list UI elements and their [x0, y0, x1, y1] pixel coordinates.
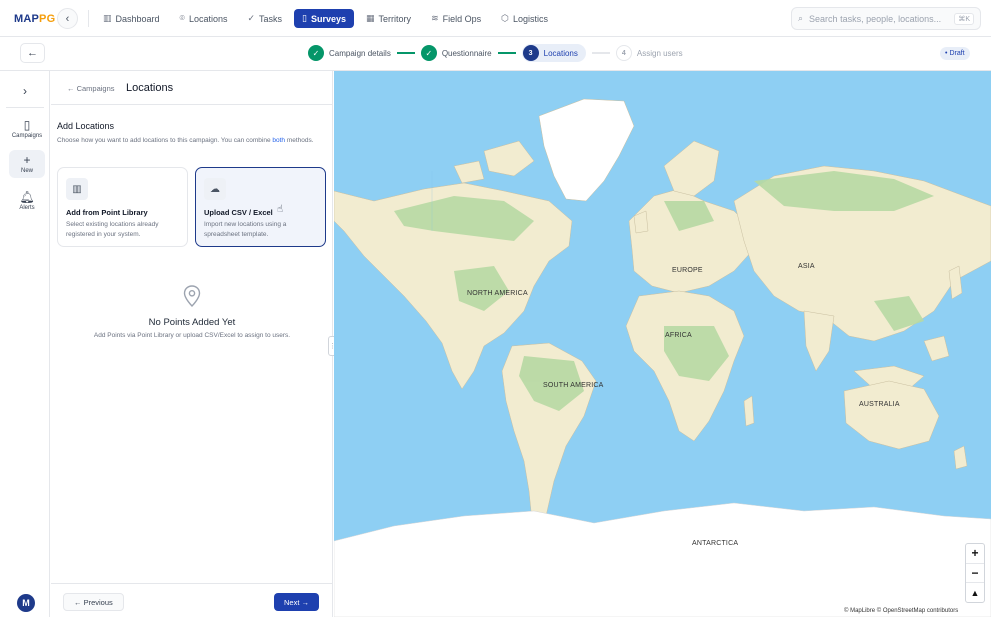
previous-button[interactable]: ← Previous — [63, 593, 124, 611]
empty-state-description: Add Points via Point Library or upload C… — [93, 332, 291, 339]
step-questionnaire[interactable]: ✓ Questionnaire — [420, 45, 492, 61]
dot-icon: • — [945, 50, 948, 57]
route-icon: ≋ — [431, 13, 439, 23]
world-map[interactable]: NORTH AMERICA SOUTH AMERICA EUROPE AFRIC… — [334, 71, 991, 617]
user-avatar[interactable]: M — [17, 594, 35, 612]
rail-item-alerts[interactable]: 🔔︎ Alerts — [9, 187, 45, 215]
top-navigation-bar: MAPPG ‹ ▥ Dashboard ⌾ Locations ✓ Tasks ▯ Su… — [0, 0, 991, 37]
compass-icon[interactable]: ▲ — [966, 583, 984, 602]
chevron-right-icon: › — [23, 84, 27, 98]
map-label-south-america: SOUTH AMERICA — [543, 382, 604, 389]
map-icon: ▦ — [366, 13, 375, 23]
wizard-stepper-bar: ← ✓ Campaign details ✓ Questionnaire 3 L… — [0, 37, 991, 71]
upload-csv-excel-card[interactable]: ☁ Upload CSV / Excel Import new location… — [195, 167, 326, 247]
panel-header: ← Campaigns Locations — [51, 71, 333, 105]
section-title: Add Locations — [57, 121, 115, 131]
map-label-asia: ASIA — [798, 263, 815, 270]
step-number: 3 — [522, 45, 539, 61]
status-badge: • Draft — [940, 47, 970, 60]
wizard-steps: ✓ Campaign details ✓ Questionnaire 3 Loc… — [308, 44, 683, 62]
rail-divider — [6, 107, 44, 108]
step-connector — [396, 52, 415, 54]
library-icon: ▥ — [66, 178, 88, 200]
nav-item-dashboard[interactable]: ▥ Dashboard — [95, 9, 168, 28]
bell-icon: 🔔︎ — [19, 190, 35, 204]
check-list-icon: ✓ — [247, 13, 256, 23]
add-from-point-library-card[interactable]: ▥ Add from Point Library Select existing… — [57, 167, 188, 247]
chevron-left-icon: ‹ — [65, 12, 70, 25]
check-icon: ✓ — [308, 45, 324, 61]
search-icon: ⌕ — [798, 13, 804, 23]
rail-item-campaigns[interactable]: ▯ Campaigns — [9, 115, 45, 143]
nav-item-tasks[interactable]: ✓ Tasks — [239, 9, 290, 28]
nav-item-field-ops[interactable]: ≋ Field Ops — [423, 9, 489, 28]
plus-icon: + — [23, 153, 31, 167]
nav-divider — [88, 10, 89, 27]
nav-item-locations[interactable]: ⌾ Locations — [172, 9, 236, 28]
map-pin-icon — [183, 285, 201, 307]
hand-cursor-icon: ☝ — [277, 204, 284, 215]
back-button[interactable]: ← — [20, 43, 45, 63]
clipboard-icon: ▯ — [302, 13, 307, 23]
box-icon: ⬡ — [501, 13, 509, 23]
map-label-africa: AFRICA — [665, 332, 692, 339]
nav-back-button[interactable]: ‹ — [57, 8, 78, 29]
cloud-upload-icon: ☁ — [204, 178, 226, 200]
app-logo[interactable]: MAPPG — [14, 13, 55, 25]
empty-state-title: No Points Added Yet — [148, 317, 236, 328]
map-label-europe: EUROPE — [672, 267, 703, 274]
step-assign-users[interactable]: 4 Assign users — [615, 45, 683, 61]
next-button[interactable]: Next → — [274, 593, 320, 611]
breadcrumb-back-link[interactable]: ← Campaigns — [67, 84, 115, 93]
search-placeholder: Search tasks, people, locations... — [809, 13, 942, 24]
zoom-in-button[interactable]: + — [966, 544, 984, 564]
clipboard-icon: ▯ — [23, 118, 31, 132]
map-label-north-america: NORTH AMERICA — [467, 290, 528, 297]
zoom-out-button[interactable]: − — [966, 564, 984, 584]
main-nav: ▥ Dashboard ⌾ Locations ✓ Tasks ▯ Surveys ▦ T… — [95, 9, 556, 28]
step-campaign-details[interactable]: ✓ Campaign details — [308, 45, 391, 61]
global-search-input[interactable]: ⌕ Search tasks, people, locations... ⌘K — [791, 7, 981, 30]
search-shortcut-badge: ⌘K — [954, 12, 974, 25]
expand-sidebar-button[interactable]: › — [14, 81, 36, 101]
step-connector — [497, 52, 516, 54]
map-pin-icon: ⌾ — [179, 13, 185, 23]
arrow-left-icon: ← — [27, 47, 38, 59]
bar-chart-icon: ▥ — [103, 13, 112, 23]
map-label-antarctica: ANTARCTICA — [692, 540, 739, 547]
nav-item-logistics[interactable]: ⬡ Logistics — [493, 9, 556, 28]
map-zoom-controls: + − ▲ — [965, 543, 985, 603]
map-label-australia: AUSTRALIA — [859, 401, 900, 408]
map-attribution[interactable]: © MapLibre © OpenStreetMap contributors — [842, 608, 961, 614]
nav-item-territory[interactable]: ▦ Territory — [358, 9, 419, 28]
section-description: Choose how you want to add locations to … — [57, 137, 314, 144]
rail-item-new[interactable]: + New — [9, 150, 45, 178]
panel-footer: ← Previous Next → — [51, 583, 333, 617]
nav-item-surveys[interactable]: ▯ Surveys — [294, 9, 355, 28]
check-icon: ✓ — [420, 45, 437, 61]
step-locations[interactable]: 3 Locations — [521, 44, 586, 62]
step-number: 4 — [615, 45, 632, 61]
step-connector — [591, 52, 610, 54]
left-rail: › ▯ Campaigns + New 🔔︎ Alerts M — [0, 71, 50, 617]
page-title: Locations — [126, 82, 174, 94]
map-canvas — [334, 98, 991, 617]
locations-panel: ← Campaigns Locations Add Locations Choo… — [51, 71, 333, 617]
